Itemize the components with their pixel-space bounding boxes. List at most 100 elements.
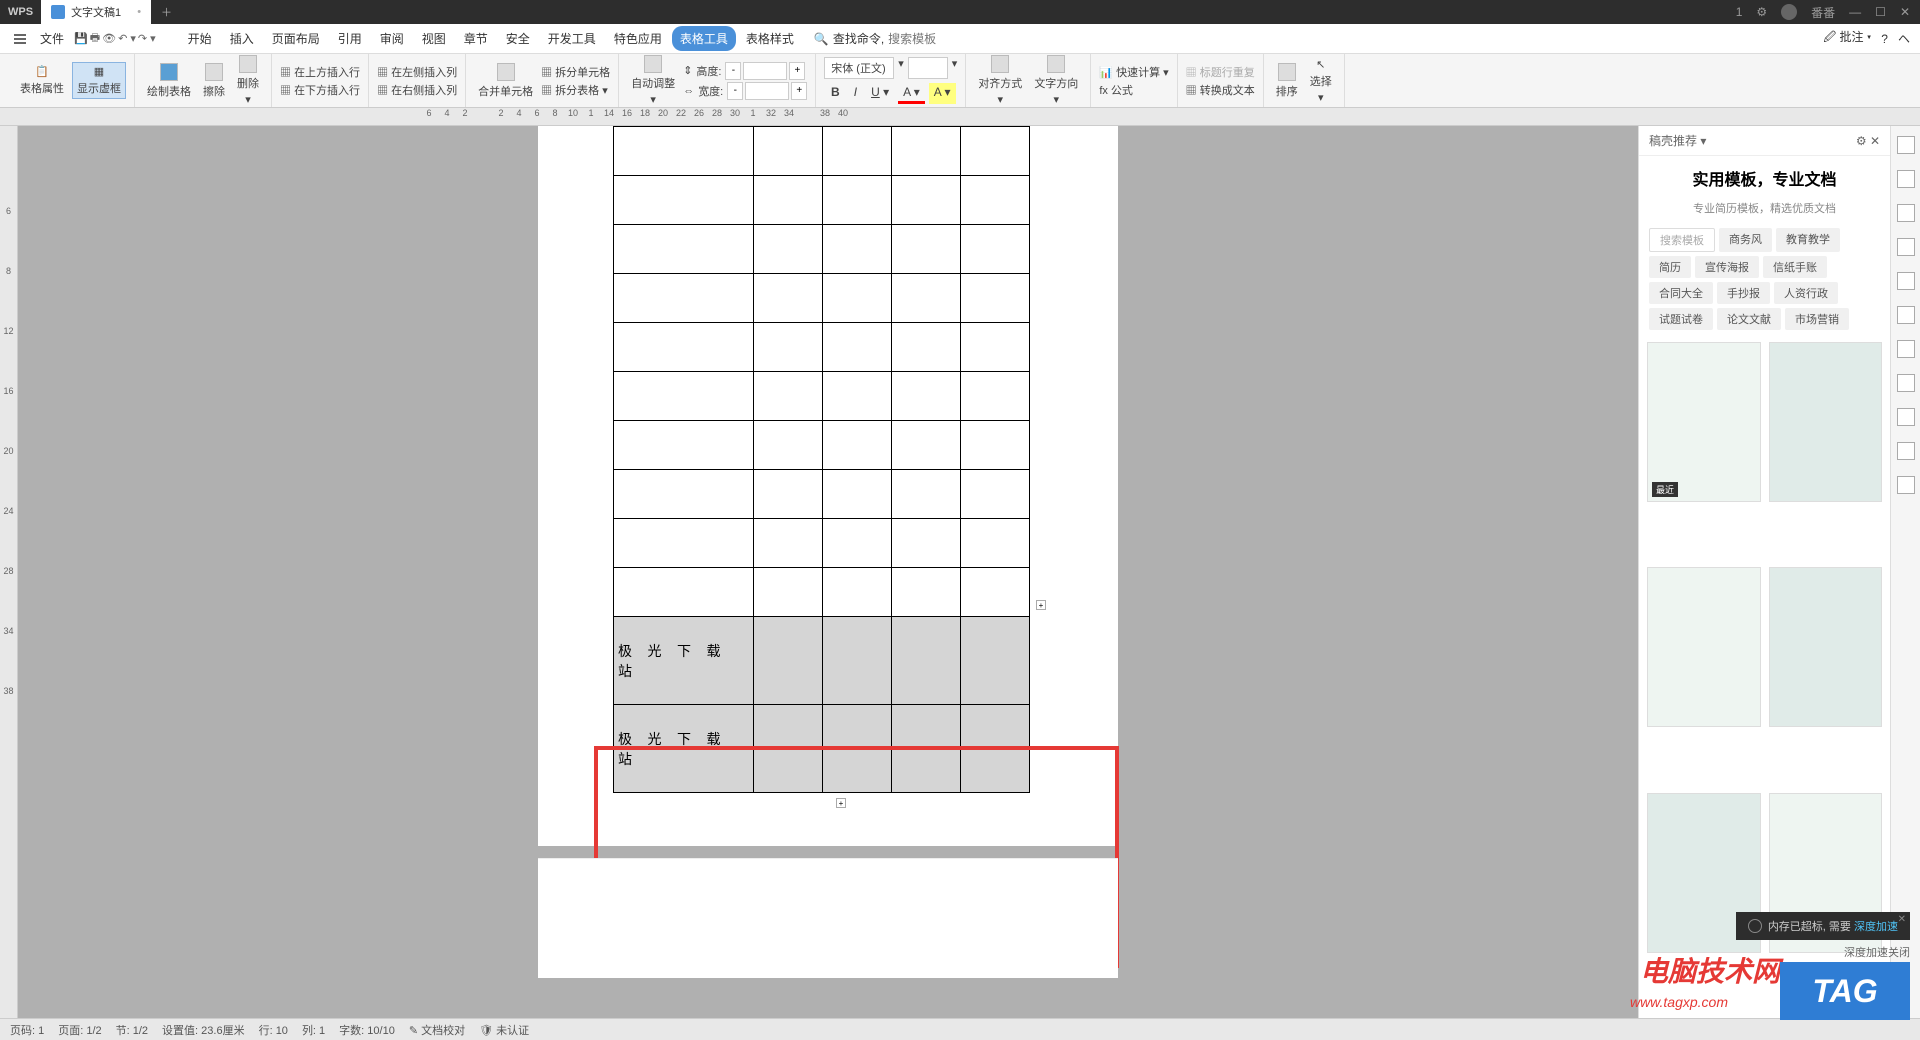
menu-view[interactable]: 视图 bbox=[414, 26, 454, 51]
tag-newspaper[interactable]: 手抄报 bbox=[1717, 282, 1770, 304]
status-proofing[interactable]: ✎ 文档校对 bbox=[409, 1022, 465, 1038]
save-icon[interactable]: 💾 bbox=[74, 32, 88, 45]
width-input[interactable] bbox=[745, 82, 789, 100]
show-frame-button[interactable]: ▦显示虚框 bbox=[72, 62, 126, 99]
panel-close-icon[interactable]: ✕ bbox=[1870, 134, 1880, 148]
table-handle[interactable]: + bbox=[1036, 600, 1046, 610]
menu-insert[interactable]: 插入 bbox=[222, 26, 262, 51]
width-increase[interactable]: + bbox=[791, 82, 807, 100]
side-tool-10[interactable] bbox=[1897, 442, 1915, 460]
menu-chapter[interactable]: 章节 bbox=[456, 26, 496, 51]
panel-settings-icon[interactable]: ⚙ bbox=[1856, 134, 1867, 148]
preview-icon[interactable]: 👁 bbox=[102, 32, 116, 45]
command-search[interactable]: 🔍 查找命令, bbox=[814, 30, 1008, 47]
document-scroll-area[interactable]: 极 光 下 载站 极 光 下 载站 + + bbox=[18, 126, 1638, 1018]
document-tab[interactable]: 文字文稿1 • bbox=[41, 0, 151, 24]
side-tool-11[interactable] bbox=[1897, 476, 1915, 494]
font-color-button[interactable]: A ▾ bbox=[898, 83, 925, 104]
template-search[interactable]: 搜索模板 bbox=[1649, 228, 1715, 252]
redo-icon[interactable]: ↷ ▾ bbox=[138, 32, 156, 45]
italic-button[interactable]: I bbox=[849, 83, 862, 104]
help-icon[interactable]: ? bbox=[1881, 32, 1888, 46]
font-size-select[interactable] bbox=[908, 57, 948, 79]
memory-toast[interactable]: 内存已超标, 需要 深度加速 ✕ bbox=[1736, 912, 1910, 940]
select-button[interactable]: ↖选择▾ bbox=[1306, 56, 1336, 106]
split-table-button[interactable]: ▦ 拆分表格 ▾ bbox=[541, 82, 610, 98]
underline-button[interactable]: U ▾ bbox=[866, 83, 894, 104]
title-repeat-button[interactable]: ▦ 标题行重复 bbox=[1186, 64, 1255, 80]
tag-contract[interactable]: 合同大全 bbox=[1649, 282, 1713, 304]
menu-table-style[interactable]: 表格样式 bbox=[738, 26, 802, 51]
side-tool-7[interactable] bbox=[1897, 340, 1915, 358]
bold-button[interactable]: B bbox=[826, 83, 845, 104]
font-name-select[interactable]: 宋体 (正文) bbox=[824, 57, 894, 79]
search-input[interactable] bbox=[888, 32, 1008, 46]
tag-business[interactable]: 商务风 bbox=[1719, 228, 1772, 252]
tag-hr[interactable]: 人资行政 bbox=[1774, 282, 1838, 304]
side-tool-6[interactable] bbox=[1897, 306, 1915, 324]
side-tool-4[interactable] bbox=[1897, 238, 1915, 256]
minimize-button[interactable]: — bbox=[1849, 5, 1861, 19]
side-tool-3[interactable] bbox=[1897, 204, 1915, 222]
text-direction-button[interactable]: 文字方向▾ bbox=[1030, 53, 1082, 108]
height-input[interactable] bbox=[743, 62, 787, 80]
fast-calc-button[interactable]: 📊 快速计算 ▾ bbox=[1099, 64, 1168, 80]
undo-icon[interactable]: ↶ ▾ bbox=[118, 32, 136, 45]
side-tool-1[interactable] bbox=[1897, 136, 1915, 154]
table-add-row[interactable]: + bbox=[836, 798, 846, 808]
side-tool-8[interactable] bbox=[1897, 374, 1915, 392]
tag-poster[interactable]: 宣传海报 bbox=[1695, 256, 1759, 278]
menu-reference[interactable]: 引用 bbox=[330, 26, 370, 51]
cell-text-1[interactable]: 极 光 下 载 bbox=[614, 641, 753, 661]
height-decrease[interactable]: - bbox=[725, 62, 741, 80]
page-1[interactable]: 极 光 下 载站 极 光 下 载站 + + bbox=[538, 126, 1118, 846]
side-tool-5[interactable] bbox=[1897, 272, 1915, 290]
menu-start[interactable]: 开始 bbox=[180, 26, 220, 51]
close-button[interactable]: ✕ bbox=[1900, 5, 1910, 19]
status-auth[interactable]: 🛡 未认证 bbox=[479, 1022, 529, 1038]
tag-exam[interactable]: 试题试卷 bbox=[1649, 308, 1713, 330]
auto-adjust-button[interactable]: 自动调整▾ bbox=[627, 53, 679, 108]
formula-button[interactable]: fx 公式 bbox=[1099, 82, 1133, 98]
status-chars[interactable]: 字数: 10/10 bbox=[339, 1022, 395, 1038]
gift-icon[interactable]: ⚙ bbox=[1756, 5, 1767, 19]
horizontal-ruler[interactable]: 642 2468 1011416 18202226 2830132 343840 bbox=[0, 108, 1920, 126]
status-section[interactable]: 节: 1/2 bbox=[116, 1022, 148, 1038]
tag-marketing[interactable]: 市场营销 bbox=[1785, 308, 1849, 330]
maximize-button[interactable]: ☐ bbox=[1875, 5, 1886, 19]
tag-resume[interactable]: 简历 bbox=[1649, 256, 1691, 278]
menu-security[interactable]: 安全 bbox=[498, 26, 538, 51]
insert-above-button[interactable]: ▦ 在上方插入行 bbox=[280, 64, 360, 80]
menu-file[interactable]: 文件 bbox=[32, 26, 72, 51]
alignment-button[interactable]: 对齐方式▾ bbox=[974, 53, 1026, 108]
template-thumb-4[interactable] bbox=[1769, 567, 1883, 727]
split-cells-button[interactable]: ▦ 拆分单元格 bbox=[541, 64, 610, 80]
height-increase[interactable]: + bbox=[789, 62, 805, 80]
status-page-num[interactable]: 页码: 1 bbox=[10, 1022, 44, 1038]
table-properties-button[interactable]: 📋表格属性 bbox=[16, 63, 68, 98]
template-thumb-1[interactable]: 最近 bbox=[1647, 342, 1761, 502]
insert-right-button[interactable]: ▦ 在右侧插入列 bbox=[377, 82, 457, 98]
add-tab-button[interactable]: ＋ bbox=[151, 4, 182, 20]
cell-text-4[interactable]: 站 bbox=[614, 749, 753, 769]
insert-left-button[interactable]: ▦ 在左侧插入列 bbox=[377, 64, 457, 80]
menu-hamburger-icon[interactable] bbox=[10, 30, 30, 48]
comment-button[interactable]: 🖉 批注 ▾ bbox=[1823, 28, 1871, 49]
merge-cells-button[interactable]: 合并单元格 bbox=[474, 61, 537, 101]
status-page-total[interactable]: 页面: 1/2 bbox=[58, 1022, 101, 1038]
side-tool-9[interactable] bbox=[1897, 408, 1915, 426]
menu-review[interactable]: 审阅 bbox=[372, 26, 412, 51]
tag-letter[interactable]: 信纸手账 bbox=[1763, 256, 1827, 278]
user-avatar[interactable] bbox=[1781, 4, 1797, 20]
menu-page-layout[interactable]: 页面布局 bbox=[264, 26, 328, 51]
vertical-ruler[interactable]: 681216 2024283438 bbox=[0, 126, 18, 1018]
document-table[interactable]: 极 光 下 载站 极 光 下 载站 bbox=[613, 126, 1030, 793]
tag-education[interactable]: 教育教学 bbox=[1776, 228, 1840, 252]
convert-text-button[interactable]: ▦ 转换成文本 bbox=[1186, 82, 1255, 98]
highlight-button[interactable]: A ▾ bbox=[929, 83, 956, 104]
insert-below-button[interactable]: ▦ 在下方插入行 bbox=[280, 82, 360, 98]
toast-close-icon[interactable]: ✕ bbox=[1898, 914, 1906, 925]
side-tool-2[interactable] bbox=[1897, 170, 1915, 188]
width-decrease[interactable]: - bbox=[727, 82, 743, 100]
delete-button[interactable]: 删除▾ bbox=[233, 53, 263, 108]
